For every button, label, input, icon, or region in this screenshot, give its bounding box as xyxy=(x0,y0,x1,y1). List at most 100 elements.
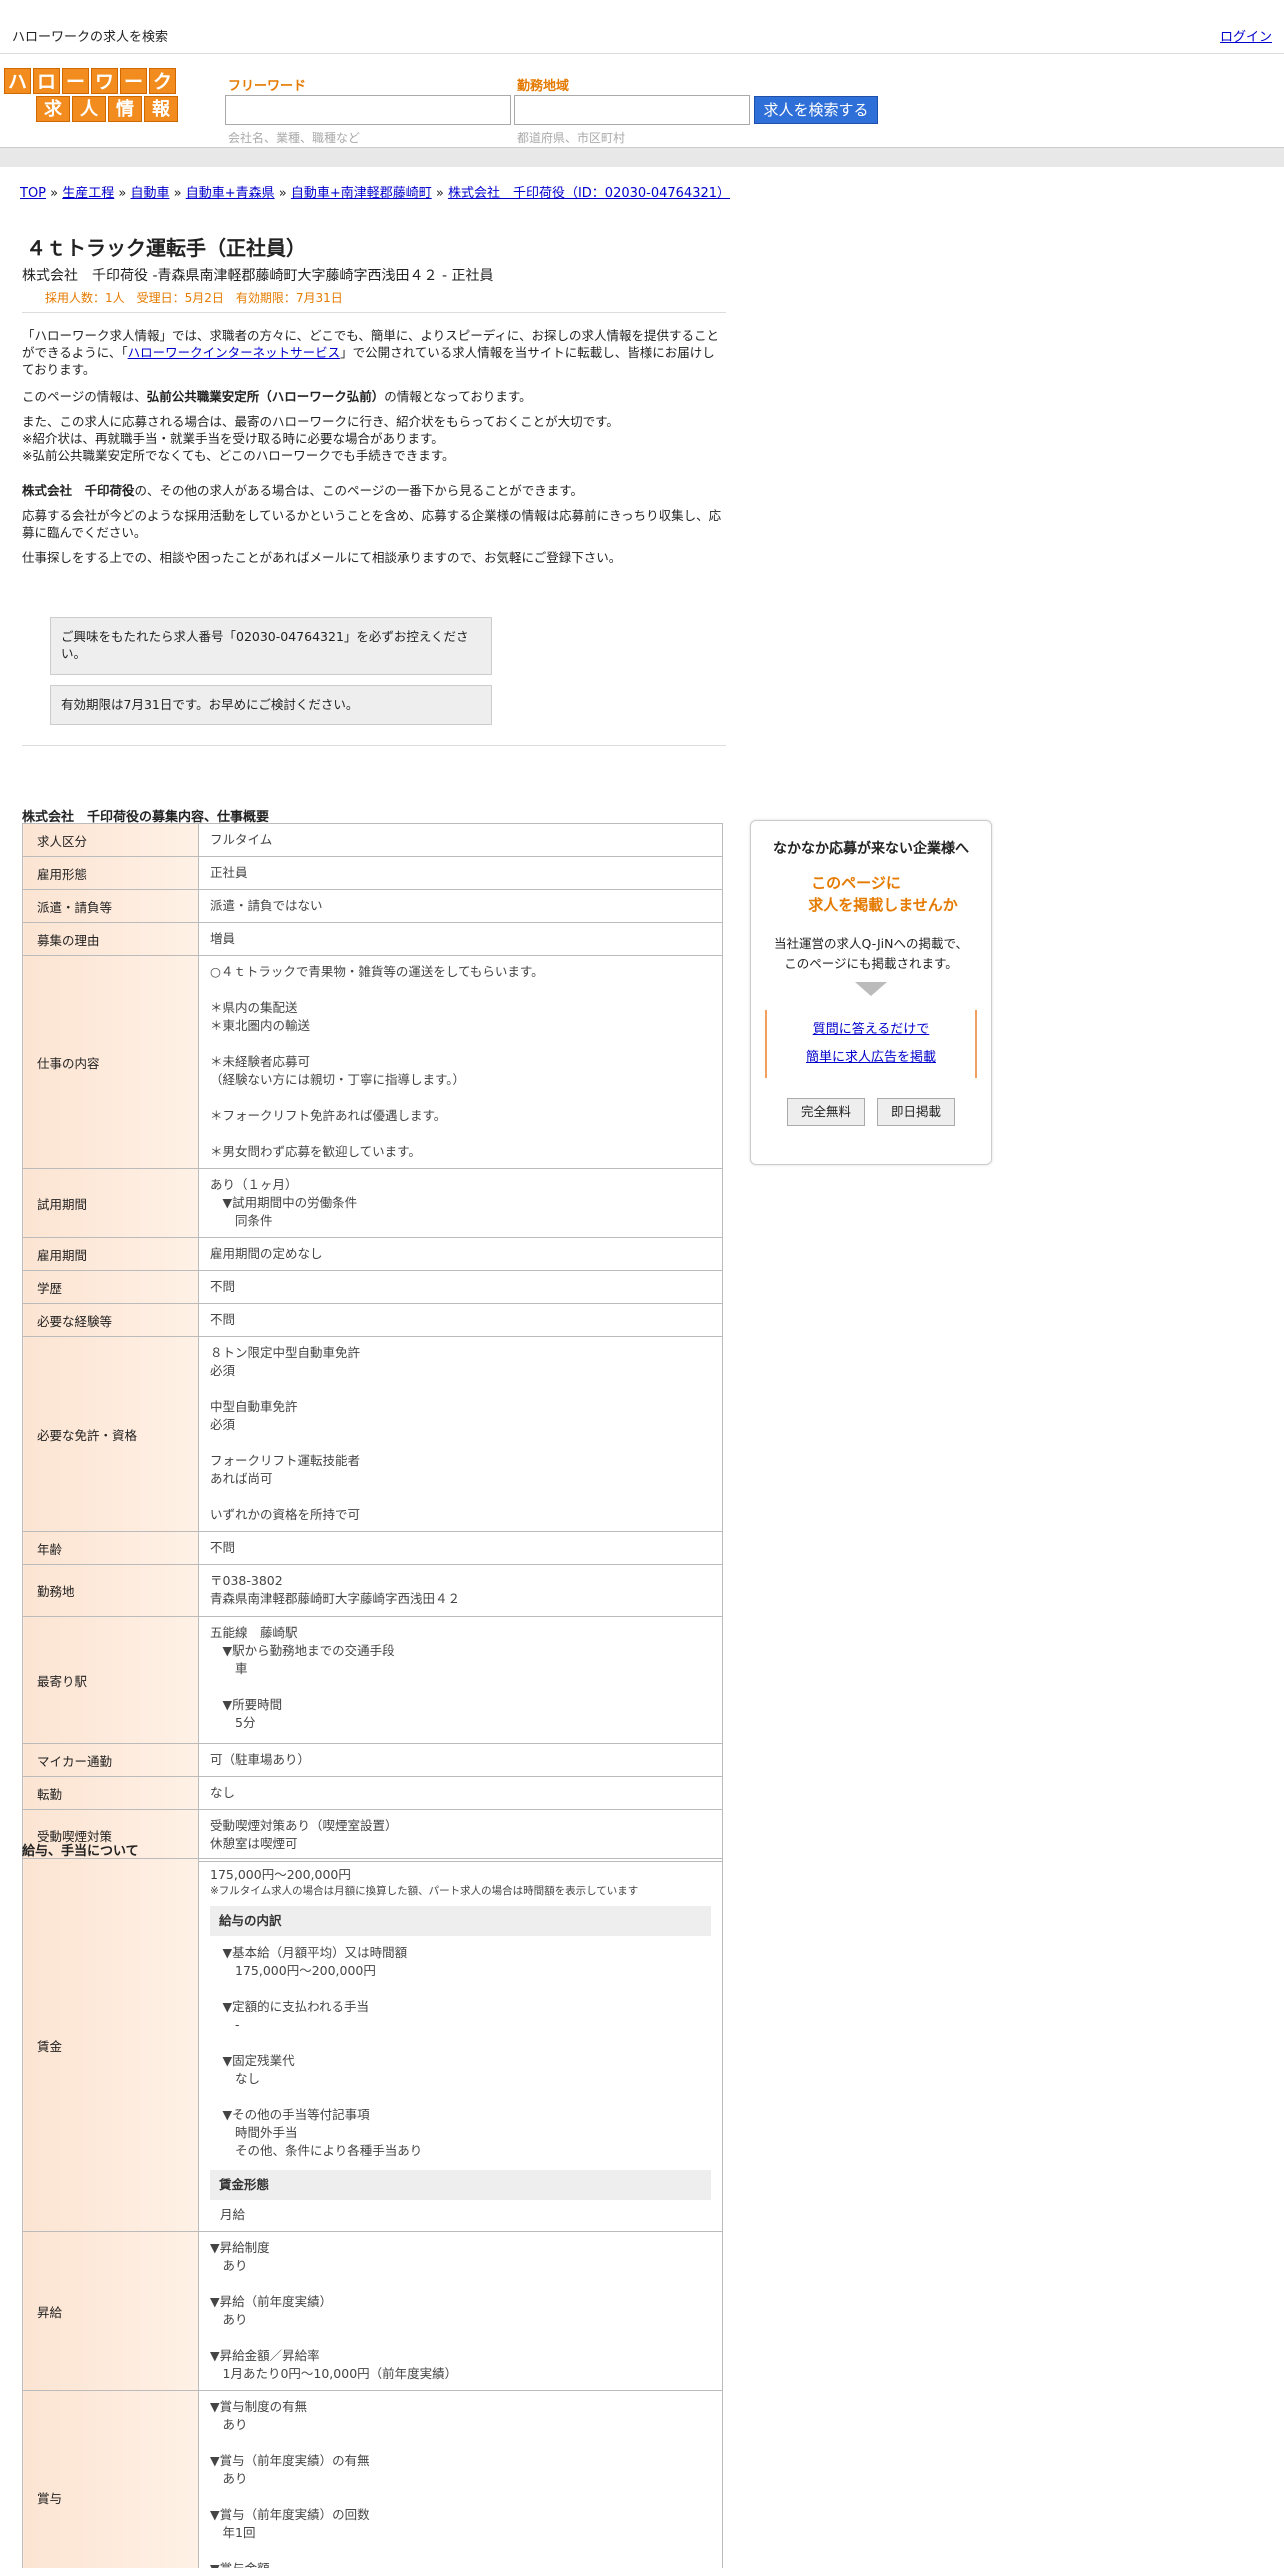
breadcrumb-separator: » xyxy=(169,186,186,201)
logo-character: 報 xyxy=(144,96,178,122)
wage-breakdown: ▼基本給（月額平均）又は時間額 175,000円〜200,000円 ▼定額的に支… xyxy=(222,1945,423,2158)
hellowork-internet-link[interactable]: ハローワークインターネットサービス xyxy=(128,345,341,360)
table-row: 勤務地 〒038-3802 青森県南津軽郡藤崎町大字藤崎字西浅田４２ xyxy=(22,1564,723,1617)
freeword-hint: 会社名、業種、職種など xyxy=(228,131,361,145)
site-title: ハローワークの求人を検索 xyxy=(12,30,169,45)
breadcrumb-separator: » xyxy=(274,186,291,201)
breadcrumb-link[interactable]: 自動車 xyxy=(130,186,169,201)
free-button[interactable]: 完全無料 xyxy=(786,1098,865,1126)
freeword-input[interactable] xyxy=(225,95,511,125)
row-label: 必要な経験等 xyxy=(22,1303,199,1337)
hellowork-logo[interactable]: ハローワーク 求人情報 xyxy=(4,68,180,124)
area-input[interactable] xyxy=(514,95,750,125)
wage-note: ※フルタイム求人の場合は月額に換算した額、パート求人の場合は時間額を表示していま… xyxy=(210,1885,639,1897)
row-value: 受動喫煙対策あり（喫煙室設置） 休憩室は喫煙可 xyxy=(198,1809,723,1862)
row-value: 不問 xyxy=(198,1531,723,1565)
row-value: 雇用期間の定めなし xyxy=(198,1237,723,1271)
referral-note: また、この求人に応募される場合は、最寄のハローワークに行き、紹介状をもらっておく… xyxy=(22,414,619,429)
area-hint: 都道府県、市区町村 xyxy=(517,131,626,145)
same-day-button[interactable]: 即日掲載 xyxy=(877,1098,956,1126)
freeword-label: フリーワード xyxy=(228,79,307,94)
breadcrumb-separator: » xyxy=(431,186,448,201)
intro-section: 「ハローワーク求人情報」では、求職者の方々に、どこでも、簡単に、よりスピーディに… xyxy=(22,327,722,566)
row-value: なし xyxy=(198,1776,723,1810)
divider xyxy=(22,312,726,313)
row-label: 仕事の内容 xyxy=(22,955,199,1169)
breadcrumb: TOP » 生産工程 » 自動車 » 自動車+青森県 » 自動車+南津軽郡藤崎町… xyxy=(20,182,730,201)
table-row: 募集の理由 増員 xyxy=(22,922,723,956)
row-value: ○４ｔトラックで青果物・雑貨等の運送をしてもらいます。 ＊県内の集配送 ＊東北圏… xyxy=(198,955,723,1169)
salary-table: 賃金 175,000円〜200,000円 ※フルタイム求人の場合は月額に換算した… xyxy=(22,1858,723,2568)
row-label: 年齢 xyxy=(22,1531,199,1565)
table-row: 賃金 175,000円〜200,000円 ※フルタイム求人の場合は月額に換算した… xyxy=(22,1858,723,2232)
job-header: ４ｔトラック運転手（正社員） 株式会社 千印荷役 -青森県南津軽郡藤崎町大字藤崎… xyxy=(22,232,726,306)
other-jobs-note: 株式会社 千印荷役の、その他の求人がある場合は、このページの一番下から見ることが… xyxy=(22,483,584,498)
logo-character: ク xyxy=(149,68,176,94)
table-row: 派遣・請負等 派遣・請負ではない xyxy=(22,889,723,923)
search-button[interactable]: 求人を検索する xyxy=(754,96,878,124)
row-label: 転勤 xyxy=(22,1776,199,1810)
down-arrow-icon xyxy=(855,982,887,996)
row-value: 不問 xyxy=(198,1270,723,1304)
advertise-links: 質問に答えるだけで 簡単に求人広告を掲載 xyxy=(765,1010,977,1078)
table-row: 賞与 ▼賞与制度の有無 あり ▼賞与（前年度実績）の有無 あり ▼賞与（前年度実績… xyxy=(22,2390,723,2568)
intro-paragraph: 「ハローワーク求人情報」では、求職者の方々に、どこでも、簡単に、よりスピーディに… xyxy=(22,328,720,377)
table-row: 雇用期間 雇用期間の定めなし xyxy=(22,1237,723,1271)
logo-character: ワ xyxy=(91,68,118,94)
row-label: 求人区分 xyxy=(22,823,199,857)
row-value: あり（１ヶ月） ▼試用期間中の労働条件 同条件 xyxy=(198,1168,723,1238)
row-value: 可（駐車場あり） xyxy=(198,1743,723,1777)
row-label: マイカー通勤 xyxy=(22,1743,199,1777)
breadcrumb-link[interactable]: 自動車+青森県 xyxy=(186,186,275,201)
row-label: 最寄り駅 xyxy=(22,1616,199,1744)
row-value: 五能線 藤崎駅 ▼駅から勤務地までの交通手段 車 ▼所要時間 5分 xyxy=(198,1616,723,1744)
breadcrumb-link[interactable]: TOP xyxy=(20,186,46,201)
job-title: ４ｔトラック運転手（正社員） xyxy=(26,236,306,260)
logo-character: ー xyxy=(120,68,147,94)
breadcrumb-link[interactable]: 株式会社 千印荷役（ID：02030-04764321） xyxy=(448,186,730,201)
wage-form-title: 賃金形態 xyxy=(210,2170,711,2200)
table-row: 最寄り駅 五能線 藤崎駅 ▼駅から勤務地までの交通手段 車 ▼所要時間 5分 xyxy=(22,1616,723,1744)
row-value: 〒038-3802 青森県南津軽郡藤崎町大字藤崎字西浅田４２ xyxy=(198,1564,723,1617)
row-label: 試用期間 xyxy=(22,1168,199,1238)
row-label: 賞与 xyxy=(22,2390,199,2568)
table-row: 仕事の内容 ○４ｔトラックで青果物・雑貨等の運送をしてもらいます。 ＊県内の集配送… xyxy=(22,955,723,1169)
company-line: 株式会社 千印荷役 -青森県南津軽郡藤崎町大字藤崎字西浅田４２ - 正社員 xyxy=(22,268,494,284)
breadcrumb-link[interactable]: 自動車+南津軽郡藤崎町 xyxy=(291,186,432,201)
row-label: 雇用形態 xyxy=(22,856,199,890)
row-value: 増員 xyxy=(198,922,723,956)
table-row: 試用期間 あり（１ヶ月） ▼試用期間中の労働条件 同条件 xyxy=(22,1168,723,1238)
referral-note-2: ※紹介状は、再就職手当・就業手当を受け取る時に必要な場合があります。 xyxy=(22,431,444,446)
post-ad-link[interactable]: 簡単に求人広告を掲載 xyxy=(806,1050,936,1065)
login-link[interactable]: ログイン xyxy=(1220,26,1272,45)
row-label: 募集の理由 xyxy=(22,922,199,956)
row-value: 正社員 xyxy=(198,856,723,890)
header: ハローワーク 求人情報 フリーワード 会社名、業種、職種など 勤務地域 都道府県… xyxy=(0,55,1284,147)
row-label: 勤務地 xyxy=(22,1564,199,1617)
breadcrumb-link[interactable]: 生産工程 xyxy=(62,186,114,201)
table-row: 必要な経験等 不問 xyxy=(22,1303,723,1337)
recruit-meta: 採用人数：1人 受理日：5月2日 有効期限：7月31日 xyxy=(45,291,343,305)
table-row: 求人区分 フルタイム xyxy=(22,823,723,857)
advertise-catch: このページに 求人を掲載しませんか xyxy=(808,874,958,914)
source-office-paragraph: このページの情報は、弘前公共職業安定所（ハローワーク弘前）の情報となっております… xyxy=(22,389,532,404)
expiry-notice: 有効期限は7月31日です。お早めにご検討ください。 xyxy=(50,685,492,725)
top-bar: ハローワークの求人を検索 ログイン xyxy=(0,0,1284,54)
row-value: 不問 xyxy=(198,1303,723,1337)
answer-questions-link[interactable]: 質問に答えるだけで xyxy=(813,1022,930,1037)
logo-character: 情 xyxy=(108,96,142,122)
logo-character: 人 xyxy=(72,96,106,122)
row-label: 昇給 xyxy=(22,2231,199,2391)
table-row: 必要な免許・資格 ８トン限定中型自動車免許 必須 中型自動車免許 必須 フォークリ… xyxy=(22,1336,723,1532)
breadcrumb-separator: » xyxy=(114,186,131,201)
logo-character: ロ xyxy=(33,68,60,94)
row-value: ▼賞与制度の有無 あり ▼賞与（前年度実績）の有無 あり ▼賞与（前年度実績）の… xyxy=(198,2390,723,2568)
logo-character: 求 xyxy=(36,96,70,122)
row-value: ▼昇給制度 あり ▼昇給（前年度実績） あり ▼昇給金額／昇給率 1月あたり0円… xyxy=(198,2231,723,2391)
wage-form: 月給 xyxy=(220,2207,246,2222)
advertise-text: 当社運営の求人Q-JiNへの掲載で、 このページにも掲載されます。 xyxy=(774,936,968,971)
row-label: 学歴 xyxy=(22,1270,199,1304)
logo-character: ー xyxy=(62,68,89,94)
wage-breakdown-title: 給与の内訳 xyxy=(210,1906,711,1936)
job-number-notice: ご興味をもたれたら求人番号「02030-04764321」を必ずお控えください。 xyxy=(50,617,492,675)
